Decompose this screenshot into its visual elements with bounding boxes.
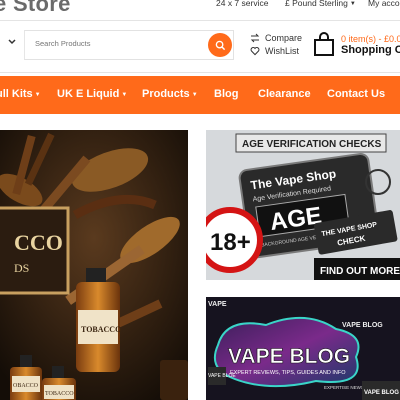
nav-label: Blog bbox=[214, 88, 239, 100]
blog-label-2: VAPE BLOG bbox=[342, 322, 383, 329]
blog-title: VAPE BLOG bbox=[228, 345, 350, 368]
blog-side-3: VAPE BLOG bbox=[364, 390, 399, 396]
category-chevron-down-icon[interactable] bbox=[8, 37, 16, 48]
age-verification-banner[interactable]: AGE VERIFICATION CHECKS The Vape Shop Ag… bbox=[206, 130, 400, 280]
bottle-small-label-2: TOBACCO bbox=[45, 391, 74, 397]
wishlist-link[interactable]: WishList bbox=[250, 46, 299, 56]
store-logo[interactable]: e Store bbox=[0, 0, 71, 17]
caret-down-icon: ▼ bbox=[121, 92, 128, 98]
shopping-bag-icon[interactable] bbox=[313, 31, 335, 62]
vape-blog-art: VAPE VAPE BLOG VAPE BLOG EXPERT REVIEWS,… bbox=[206, 297, 400, 400]
tobacco-banner-art: CCO DS TOBACCO OBACCO TOBACCO bbox=[0, 130, 188, 400]
divider bbox=[0, 72, 400, 73]
search-icon bbox=[215, 40, 225, 50]
cart-total[interactable]: 0 item(s) - £0.0 bbox=[341, 34, 400, 44]
nav-item-blog[interactable]: Blog bbox=[214, 88, 238, 100]
nav-item-full-kits[interactable]: ull Kits▼ bbox=[0, 88, 41, 100]
blog-label-1: VAPE bbox=[208, 301, 227, 308]
compare-link[interactable]: Compare bbox=[250, 33, 302, 43]
bottle-small-label-1: OBACCO bbox=[13, 383, 39, 389]
nav-label: Clearance bbox=[258, 88, 311, 100]
nav-label: UK E Liquid bbox=[57, 88, 120, 100]
age-heading: AGE VERIFICATION CHECKS bbox=[242, 139, 382, 150]
nav-label: Products bbox=[142, 88, 190, 100]
age-verification-art: AGE VERIFICATION CHECKS The Vape Shop Ag… bbox=[206, 130, 400, 280]
main-nav: ull Kits▼ UK E Liquid▼ Products▼ Blog Cl… bbox=[0, 76, 400, 114]
caret-down-icon: ▼ bbox=[191, 92, 198, 98]
nav-label: ull Kits bbox=[0, 88, 33, 100]
tobacco-eliquid-banner[interactable]: CCO DS TOBACCO OBACCO TOBACCO bbox=[0, 130, 188, 400]
sign-text-top: CCO bbox=[14, 230, 63, 255]
currency-selector[interactable]: £ Pound Sterling ▼ bbox=[285, 0, 356, 8]
sign-text-bottom: DS bbox=[14, 261, 29, 275]
shopping-cart-label[interactable]: Shopping Ca bbox=[341, 44, 400, 56]
account-label: My accou bbox=[368, 0, 400, 8]
wishlist-label: WishList bbox=[265, 46, 300, 56]
blog-subtitle: EXPERT REVIEWS, TIPS, GUIDES AND INFO bbox=[230, 370, 346, 376]
compare-arrows-icon bbox=[250, 33, 260, 43]
caret-down-icon: ▼ bbox=[34, 92, 41, 98]
nav-label: Contact Us bbox=[327, 88, 386, 100]
nav-item-products[interactable]: Products ▼ bbox=[142, 88, 198, 100]
nav-item-clearance[interactable]: Clearance bbox=[258, 88, 311, 100]
find-out-more-cta: FIND OUT MORE. bbox=[320, 266, 400, 277]
age-18-badge: 18+ bbox=[210, 229, 251, 256]
currency-label: £ Pound Sterling bbox=[285, 0, 348, 8]
heart-icon bbox=[250, 47, 260, 56]
blog-side-1: VAPE BLOE bbox=[208, 373, 236, 379]
search-input[interactable] bbox=[35, 39, 195, 48]
divider bbox=[0, 20, 400, 21]
top-bar: e Store 24 x 7 service £ Pound Sterling ▼… bbox=[0, 0, 400, 17]
search-field bbox=[24, 30, 234, 60]
vape-blog-banner[interactable]: VAPE VAPE BLOG VAPE BLOG EXPERT REVIEWS,… bbox=[206, 297, 400, 400]
caret-down-icon: ▼ bbox=[349, 1, 356, 7]
bottle-label: TOBACCO bbox=[81, 325, 121, 334]
nav-item-contact-us[interactable]: Contact Us bbox=[327, 88, 385, 100]
my-account-link[interactable]: My accou bbox=[368, 0, 400, 8]
compare-label: Compare bbox=[265, 33, 303, 43]
service-hours: 24 x 7 service bbox=[216, 0, 269, 8]
nav-item-uk-e-liquid[interactable]: UK E Liquid ▼ bbox=[57, 88, 127, 100]
search-button[interactable] bbox=[208, 33, 232, 57]
